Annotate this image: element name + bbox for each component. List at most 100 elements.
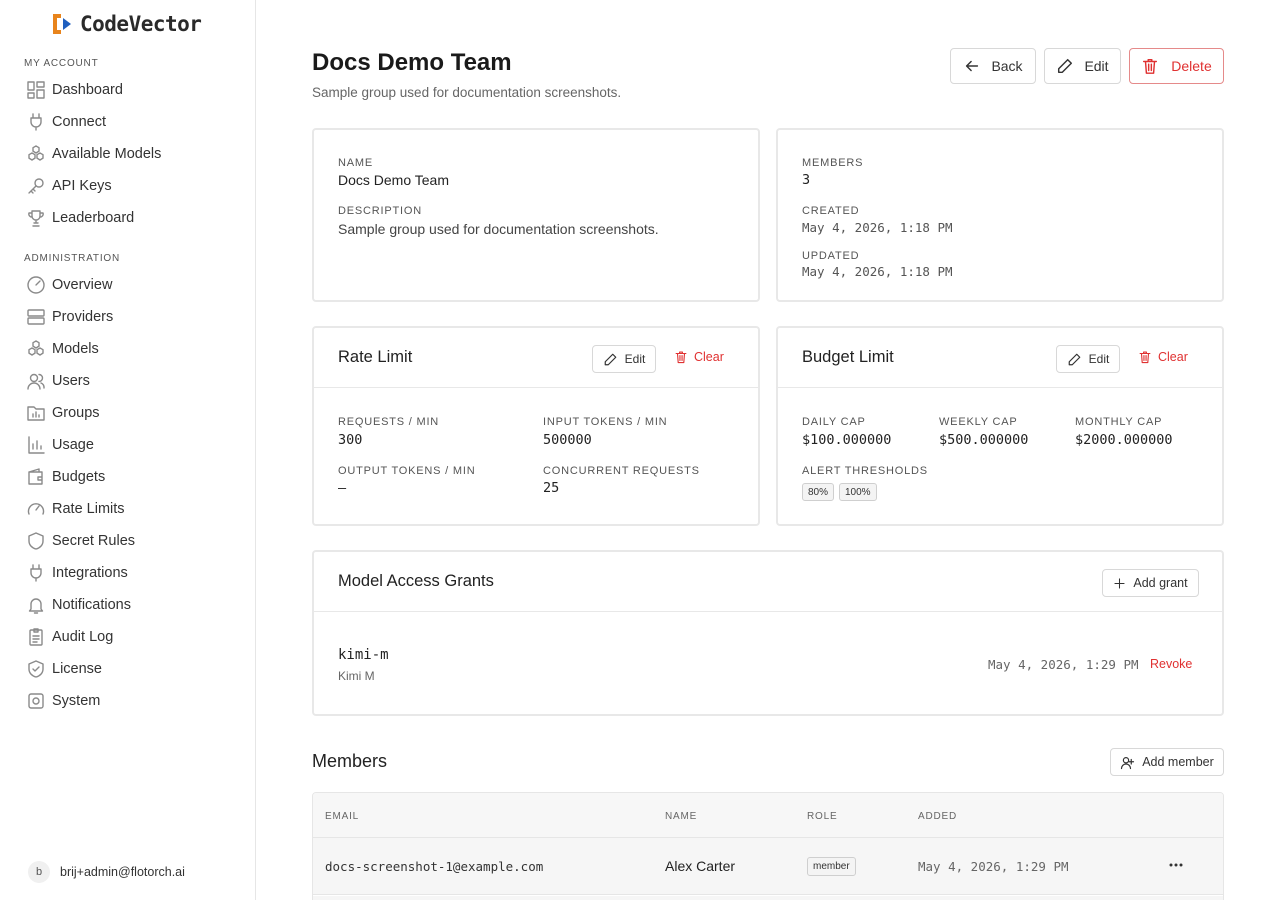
page-subtitle: Sample group used for documentation scre…	[312, 85, 622, 100]
bar-chart-icon	[24, 433, 48, 457]
sidebar-item-leaderboard[interactable]: Leaderboard	[24, 204, 244, 232]
sidebar-item-label: Users	[52, 373, 90, 389]
member-added: May 4, 2026, 1:29 PM	[918, 859, 1069, 874]
requests-label: REQUESTS / MIN	[338, 416, 440, 428]
sidebar-item-overview[interactable]: Overview	[24, 271, 244, 299]
column-role[interactable]: ROLE	[807, 811, 837, 822]
model-access-grants-card: Model Access Grants Add grant kimi-m Kim…	[312, 550, 1224, 716]
sidebar-item-label: License	[52, 661, 102, 677]
speedometer-icon	[24, 497, 48, 521]
sidebar-item-usage[interactable]: Usage	[24, 431, 244, 459]
table-row[interactable]	[313, 896, 1223, 900]
sidebar-item-available-models[interactable]: Available Models	[24, 140, 244, 168]
updated-label: UPDATED	[802, 250, 860, 262]
role-badge: member	[807, 857, 856, 876]
sidebar-item-connect[interactable]: Connect	[24, 108, 244, 136]
table-row[interactable]: docs-screenshot-1@example.com Alex Carte…	[313, 838, 1223, 895]
weekly-cap-value: $500.000000	[939, 432, 1029, 448]
rate-limit-edit-button[interactable]: Edit	[592, 345, 656, 373]
sidebar-item-label: Groups	[52, 405, 100, 421]
users-icon	[24, 369, 48, 393]
concurrent-value: 25	[543, 480, 560, 496]
rate-limit-title: Rate Limit	[338, 348, 413, 366]
back-label: Back	[991, 58, 1023, 74]
table-header: EMAIL NAME ROLE ADDED	[313, 793, 1223, 838]
requests-value: 300	[338, 432, 363, 448]
pencil-icon	[1058, 58, 1073, 74]
back-button[interactable]: Back	[950, 48, 1036, 84]
updated-value: May 4, 2026, 1:18 PM	[802, 264, 953, 279]
edit-button[interactable]: Edit	[1044, 48, 1121, 84]
server-icon	[24, 305, 48, 329]
sidebar-item-system[interactable]: System	[24, 687, 244, 715]
section-administration: ADMINISTRATION	[24, 253, 121, 264]
sidebar-item-groups[interactable]: Groups	[24, 399, 244, 427]
trash-icon	[675, 351, 687, 364]
delete-button[interactable]: Delete	[1129, 48, 1224, 84]
sidebar-item-label: Models	[52, 341, 99, 357]
member-name: Alex Carter	[665, 858, 736, 874]
column-added[interactable]: ADDED	[918, 811, 957, 822]
input-tokens-value: 500000	[543, 432, 592, 448]
user-menu[interactable]: b brij+admin@flotorch.ai	[28, 861, 185, 883]
row-actions-icon[interactable]	[1166, 854, 1186, 876]
group-meta-card: MEMBERS 3 CREATED May 4, 2026, 1:18 PM U…	[776, 128, 1224, 302]
description-value: Sample group used for documentation scre…	[338, 221, 659, 237]
sidebar-item-license[interactable]: License	[24, 655, 244, 683]
sidebar-item-integrations[interactable]: Integrations	[24, 559, 244, 587]
section-my-account: MY ACCOUNT	[24, 58, 99, 69]
sidebar-item-providers[interactable]: Providers	[24, 303, 244, 331]
rate-limit-header: Rate Limit Edit Clear	[314, 328, 758, 388]
alert-threshold-badge: 80%	[802, 483, 835, 501]
column-email[interactable]: EMAIL	[325, 811, 359, 822]
edit-label: Edit	[624, 352, 646, 366]
budget-limit-header: Budget Limit Edit Clear	[778, 328, 1222, 388]
sidebar-item-secret-rules[interactable]: Secret Rules	[24, 527, 244, 555]
sidebar-item-audit-log[interactable]: Audit Log	[24, 623, 244, 651]
clipboard-icon	[24, 625, 48, 649]
plus-icon	[1114, 577, 1125, 589]
sidebar-item-label: Providers	[52, 309, 114, 325]
brand-name: CodeVector	[80, 12, 202, 36]
add-member-button[interactable]: Add member	[1110, 748, 1224, 776]
wallet-icon	[24, 465, 48, 489]
alert-thresholds-label: ALERT THRESHOLDS	[802, 465, 928, 477]
sidebar-item-label: Budgets	[52, 469, 106, 485]
alert-threshold-badge: 100%	[839, 483, 877, 501]
folder-icon	[24, 401, 48, 425]
sidebar-item-dashboard[interactable]: Dashboard	[24, 76, 244, 104]
sidebar-item-models[interactable]: Models	[24, 335, 244, 363]
group-details-card: NAME Docs Demo Team DESCRIPTION Sample g…	[312, 128, 760, 302]
budget-limit-clear-button[interactable]: Clear	[1138, 350, 1188, 364]
members-count-label: MEMBERS	[802, 157, 864, 169]
sidebar-item-label: Leaderboard	[52, 210, 135, 226]
rate-limit-clear-button[interactable]: Clear	[674, 350, 724, 364]
sidebar-item-api-keys[interactable]: API Keys	[24, 172, 244, 200]
sidebar-item-notifications[interactable]: Notifications	[24, 591, 244, 619]
sidebar-item-label: Audit Log	[52, 629, 114, 645]
arrow-left-icon	[966, 60, 979, 72]
sidebar-item-label: Overview	[52, 277, 113, 293]
revoke-button[interactable]: Revoke	[1150, 657, 1192, 671]
sidebar-item-budgets[interactable]: Budgets	[24, 463, 244, 491]
sidebar-item-label: Usage	[52, 437, 94, 453]
sidebar-item-label: Rate Limits	[52, 501, 125, 517]
trash-icon	[1143, 58, 1158, 74]
grants-header: Model Access Grants Add grant	[314, 552, 1222, 612]
grant-date: May 4, 2026, 1:29 PM	[988, 657, 1139, 672]
trash-icon	[1139, 351, 1151, 364]
budget-limit-edit-button[interactable]: Edit	[1056, 345, 1120, 373]
members-title: Members	[312, 751, 388, 771]
sidebar-item-label: Notifications	[52, 597, 131, 613]
input-tokens-label: INPUT TOKENS / MIN	[543, 416, 668, 428]
pencil-icon	[1068, 353, 1081, 365]
page-title: Docs Demo Team	[312, 49, 512, 76]
edit-label: Edit	[1088, 352, 1110, 366]
monthly-cap-label: MONTHLY CAP	[1075, 416, 1163, 428]
sidebar-item-rate-limits[interactable]: Rate Limits	[24, 495, 244, 523]
plug-icon	[24, 561, 48, 585]
add-grant-button[interactable]: Add grant	[1102, 569, 1199, 597]
column-name[interactable]: NAME	[665, 811, 697, 822]
cubes-icon	[24, 337, 48, 361]
sidebar-item-users[interactable]: Users	[24, 367, 244, 395]
